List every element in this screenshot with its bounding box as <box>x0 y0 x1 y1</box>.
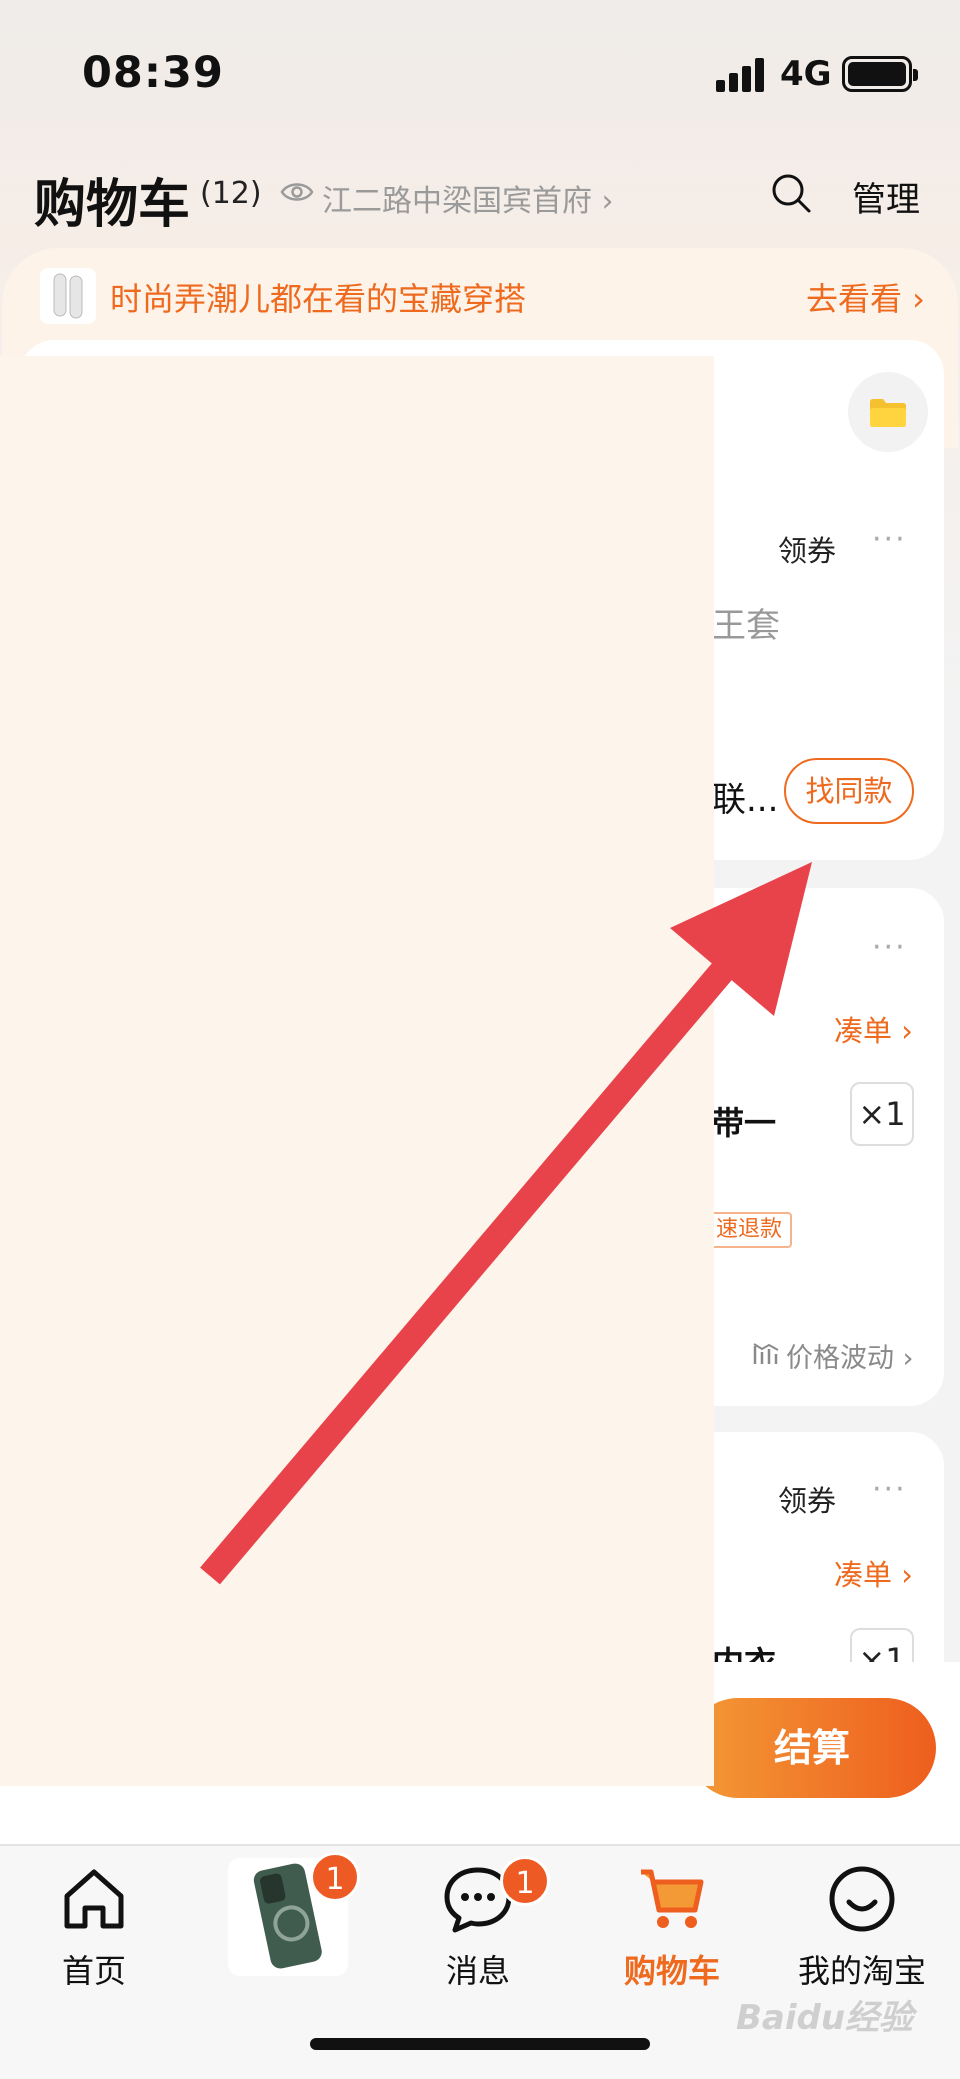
tab-my-taobao[interactable]: 我的淘宝 <box>772 1864 952 1994</box>
tab-label: 购物车 <box>623 1952 720 1990</box>
quantity-stepper[interactable]: ×1 <box>850 1082 914 1146</box>
page-title: 购物车 <box>34 175 191 235</box>
coupon-button[interactable]: 领券 <box>778 1478 836 1520</box>
promo-text: 时尚弄潮儿都在看的宝藏穿搭 <box>110 280 527 318</box>
eye-icon <box>280 183 314 201</box>
find-similar-button[interactable]: 找同款 <box>784 758 914 824</box>
checkout-button[interactable]: 结算 <box>688 1698 936 1798</box>
more-icon[interactable]: ··· <box>872 930 907 965</box>
notification-badge: 1 <box>310 1852 360 1902</box>
tab-label: 消息 <box>445 1952 510 1990</box>
status-time: 08:39 <box>82 48 224 98</box>
smile-icon <box>829 1866 895 1932</box>
price-trend-link[interactable]: 价格波动 › <box>786 1336 913 1375</box>
item-title-text: 联... <box>712 780 779 820</box>
home-indicator <box>310 2038 650 2050</box>
cart-icon <box>641 1869 704 1928</box>
promo-link[interactable]: 去看看 › <box>806 274 925 320</box>
tab-label: 我的淘宝 <box>797 1952 926 1990</box>
home-icon <box>64 1869 124 1929</box>
chevron-right-icon: › <box>601 184 614 219</box>
tab-cart[interactable]: 购物车 <box>582 1864 762 1994</box>
overlay-panel <box>0 356 714 1786</box>
service-tag: 速退款 <box>706 1212 793 1248</box>
address-text: 江二路中梁国宾首府 <box>322 184 592 219</box>
bundle-link[interactable]: 凑单 › <box>834 1552 913 1594</box>
watermark: Baidu经验 <box>736 1998 914 2038</box>
more-icon[interactable]: ··· <box>872 522 907 557</box>
coupon-button[interactable]: 领券 <box>778 528 836 570</box>
delivery-address[interactable]: 江二路中梁国宾首府 › <box>322 176 614 220</box>
notification-badge: 1 <box>500 1856 550 1906</box>
signal-icon <box>716 58 766 92</box>
manage-button[interactable]: 管理 <box>852 172 920 221</box>
sneakers-thumbnail <box>40 268 96 324</box>
cart-count: (12) <box>200 176 262 211</box>
battery-icon <box>842 56 918 92</box>
tab-home[interactable]: 首页 <box>4 1864 184 1994</box>
price-chart-icon <box>753 1343 779 1364</box>
bundle-link[interactable]: 凑单 › <box>834 1008 913 1050</box>
item-title-text: 带一 <box>712 1104 777 1142</box>
network-type: 4G <box>780 54 832 94</box>
search-icon[interactable] <box>770 172 812 214</box>
folder-icon <box>870 399 906 427</box>
tab-label: 首页 <box>61 1952 126 1990</box>
more-icon[interactable]: ··· <box>872 1472 907 1507</box>
item-spec-text: 王套 <box>712 606 780 646</box>
